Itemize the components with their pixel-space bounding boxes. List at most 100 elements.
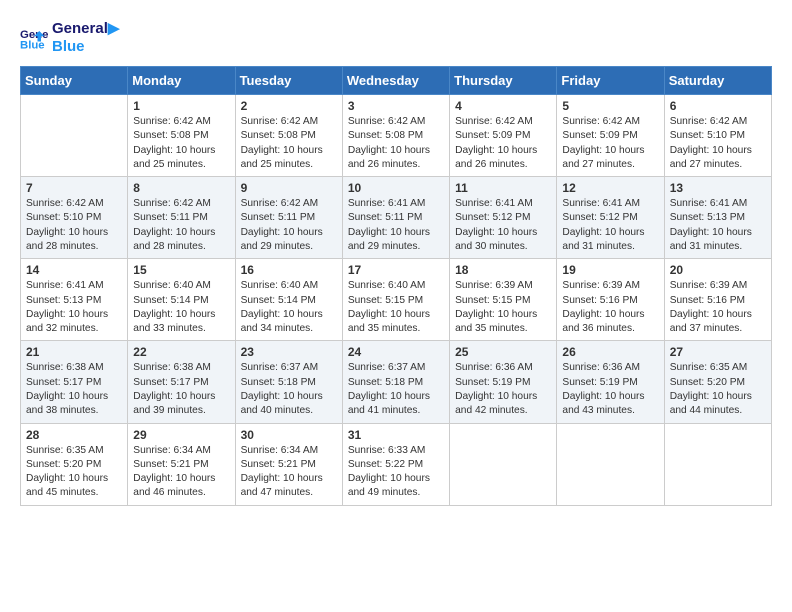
cell-content: Sunrise: 6:34 AM Sunset: 5:21 PM Dayligh… [241,444,337,501]
day-number: 20 [670,263,766,277]
calendar-week-row: 1 Sunrise: 6:42 AM Sunset: 5:08 PM Daylig… [21,95,772,177]
cell-content: Sunrise: 6:41 AM Sunset: 5:13 PM Dayligh… [670,197,766,254]
day-number: 4 [455,99,551,113]
day-number: 8 [133,181,229,195]
cell-content: Sunrise: 6:42 AM Sunset: 5:09 PM Dayligh… [455,115,551,172]
calendar-cell [557,423,664,505]
calendar-cell: 10 Sunrise: 6:41 AM Sunset: 5:11 PM Dayli… [342,177,449,259]
day-number: 17 [348,263,444,277]
calendar-cell: 17 Sunrise: 6:40 AM Sunset: 5:15 PM Dayli… [342,259,449,341]
cell-content: Sunrise: 6:36 AM Sunset: 5:19 PM Dayligh… [455,361,551,418]
day-number: 13 [670,181,766,195]
calendar-cell: 20 Sunrise: 6:39 AM Sunset: 5:16 PM Dayli… [664,259,771,341]
calendar-cell: 13 Sunrise: 6:41 AM Sunset: 5:13 PM Dayli… [664,177,771,259]
weekday-header-monday: Monday [128,67,235,95]
day-number: 2 [241,99,337,113]
logo-icon: General Blue [20,24,48,52]
weekday-header-thursday: Thursday [450,67,557,95]
calendar-cell: 12 Sunrise: 6:41 AM Sunset: 5:12 PM Dayli… [557,177,664,259]
day-number: 27 [670,345,766,359]
cell-content: Sunrise: 6:35 AM Sunset: 5:20 PM Dayligh… [670,361,766,418]
calendar-week-row: 7 Sunrise: 6:42 AM Sunset: 5:10 PM Daylig… [21,177,772,259]
calendar-cell: 8 Sunrise: 6:42 AM Sunset: 5:11 PM Daylig… [128,177,235,259]
calendar-week-row: 14 Sunrise: 6:41 AM Sunset: 5:13 PM Dayli… [21,259,772,341]
cell-content: Sunrise: 6:39 AM Sunset: 5:15 PM Dayligh… [455,279,551,336]
cell-content: Sunrise: 6:42 AM Sunset: 5:11 PM Dayligh… [241,197,337,254]
cell-content: Sunrise: 6:39 AM Sunset: 5:16 PM Dayligh… [670,279,766,336]
day-number: 26 [562,345,658,359]
day-number: 3 [348,99,444,113]
day-number: 16 [241,263,337,277]
page-header: General Blue General▶ Blue [20,20,772,56]
calendar-cell: 9 Sunrise: 6:42 AM Sunset: 5:11 PM Daylig… [235,177,342,259]
calendar-cell: 2Sunrise: 6:42 AM Sunset: 5:08 PM Daylig… [235,95,342,177]
calendar-cell: 4 Sunrise: 6:42 AM Sunset: 5:09 PM Daylig… [450,95,557,177]
calendar-cell: 28Sunrise: 6:35 AM Sunset: 5:20 PM Dayli… [21,423,128,505]
cell-content: Sunrise: 6:40 AM Sunset: 5:14 PM Dayligh… [241,279,337,336]
calendar-cell [21,95,128,177]
day-number: 18 [455,263,551,277]
calendar-cell: 25 Sunrise: 6:36 AM Sunset: 5:19 PM Dayli… [450,341,557,423]
calendar-cell: 14 Sunrise: 6:41 AM Sunset: 5:13 PM Dayli… [21,259,128,341]
logo-general: General▶ [52,20,119,38]
cell-content: Sunrise: 6:42 AM Sunset: 5:08 PM Dayligh… [348,115,444,172]
day-number: 12 [562,181,658,195]
day-number: 25 [455,345,551,359]
cell-content: Sunrise: 6:41 AM Sunset: 5:12 PM Dayligh… [455,197,551,254]
cell-content: Sunrise: 6:42 AM Sunset: 5:11 PM Dayligh… [133,197,229,254]
day-number: 29 [133,428,229,442]
calendar-cell: 7 Sunrise: 6:42 AM Sunset: 5:10 PM Daylig… [21,177,128,259]
day-number: 19 [562,263,658,277]
logo-blue: Blue [52,38,119,56]
calendar-week-row: 28Sunrise: 6:35 AM Sunset: 5:20 PM Dayli… [21,423,772,505]
day-number: 14 [26,263,122,277]
calendar-cell: 30 Sunrise: 6:34 AM Sunset: 5:21 PM Dayli… [235,423,342,505]
cell-content: Sunrise: 6:41 AM Sunset: 5:13 PM Dayligh… [26,279,122,336]
day-number: 31 [348,428,444,442]
day-number: 23 [241,345,337,359]
calendar-cell: 31 Sunrise: 6:33 AM Sunset: 5:22 PM Dayli… [342,423,449,505]
cell-content: Sunrise: 6:41 AM Sunset: 5:11 PM Dayligh… [348,197,444,254]
cell-content: Sunrise: 6:41 AM Sunset: 5:12 PM Dayligh… [562,197,658,254]
calendar-cell: 27 Sunrise: 6:35 AM Sunset: 5:20 PM Dayli… [664,341,771,423]
day-number: 1 [133,99,229,113]
calendar-cell: 18 Sunrise: 6:39 AM Sunset: 5:15 PM Dayli… [450,259,557,341]
calendar-cell [664,423,771,505]
cell-content: Sunrise: 6:40 AM Sunset: 5:14 PM Dayligh… [133,279,229,336]
calendar-cell: 16 Sunrise: 6:40 AM Sunset: 5:14 PM Dayli… [235,259,342,341]
cell-content: Sunrise: 6:33 AM Sunset: 5:22 PM Dayligh… [348,444,444,501]
calendar-week-row: 21Sunrise: 6:38 AM Sunset: 5:17 PM Dayli… [21,341,772,423]
calendar-cell: 1 Sunrise: 6:42 AM Sunset: 5:08 PM Daylig… [128,95,235,177]
calendar-cell: 29 Sunrise: 6:34 AM Sunset: 5:21 PM Dayli… [128,423,235,505]
weekday-header-wednesday: Wednesday [342,67,449,95]
day-number: 5 [562,99,658,113]
day-number: 15 [133,263,229,277]
calendar-cell: 11 Sunrise: 6:41 AM Sunset: 5:12 PM Dayli… [450,177,557,259]
day-number: 10 [348,181,444,195]
calendar-cell [450,423,557,505]
day-number: 11 [455,181,551,195]
weekday-header-sunday: Sunday [21,67,128,95]
cell-content: Sunrise: 6:37 AM Sunset: 5:18 PM Dayligh… [241,361,337,418]
weekday-header-friday: Friday [557,67,664,95]
cell-content: Sunrise: 6:38 AM Sunset: 5:17 PM Dayligh… [133,361,229,418]
day-number: 7 [26,181,122,195]
day-number: 28 [26,428,122,442]
cell-content: Sunrise: 6:34 AM Sunset: 5:21 PM Dayligh… [133,444,229,501]
cell-content: Sunrise: 6:39 AM Sunset: 5:16 PM Dayligh… [562,279,658,336]
calendar-cell: 21Sunrise: 6:38 AM Sunset: 5:17 PM Dayli… [21,341,128,423]
calendar-cell: 15 Sunrise: 6:40 AM Sunset: 5:14 PM Dayli… [128,259,235,341]
cell-content: Sunrise: 6:42 AM Sunset: 5:10 PM Dayligh… [26,197,122,254]
cell-content: Sunrise: 6:40 AM Sunset: 5:15 PM Dayligh… [348,279,444,336]
calendar-cell: 6Sunrise: 6:42 AM Sunset: 5:10 PM Daylig… [664,95,771,177]
day-number: 30 [241,428,337,442]
calendar-header-row: SundayMondayTuesdayWednesdayThursdayFrid… [21,67,772,95]
calendar-cell: 22Sunrise: 6:38 AM Sunset: 5:17 PM Dayli… [128,341,235,423]
calendar-cell: 3 Sunrise: 6:42 AM Sunset: 5:08 PM Daylig… [342,95,449,177]
day-number: 9 [241,181,337,195]
calendar-cell: 24Sunrise: 6:37 AM Sunset: 5:18 PM Dayli… [342,341,449,423]
cell-content: Sunrise: 6:42 AM Sunset: 5:08 PM Dayligh… [133,115,229,172]
cell-content: Sunrise: 6:37 AM Sunset: 5:18 PM Dayligh… [348,361,444,418]
calendar-cell: 5Sunrise: 6:42 AM Sunset: 5:09 PM Daylig… [557,95,664,177]
calendar-cell: 26Sunrise: 6:36 AM Sunset: 5:19 PM Dayli… [557,341,664,423]
